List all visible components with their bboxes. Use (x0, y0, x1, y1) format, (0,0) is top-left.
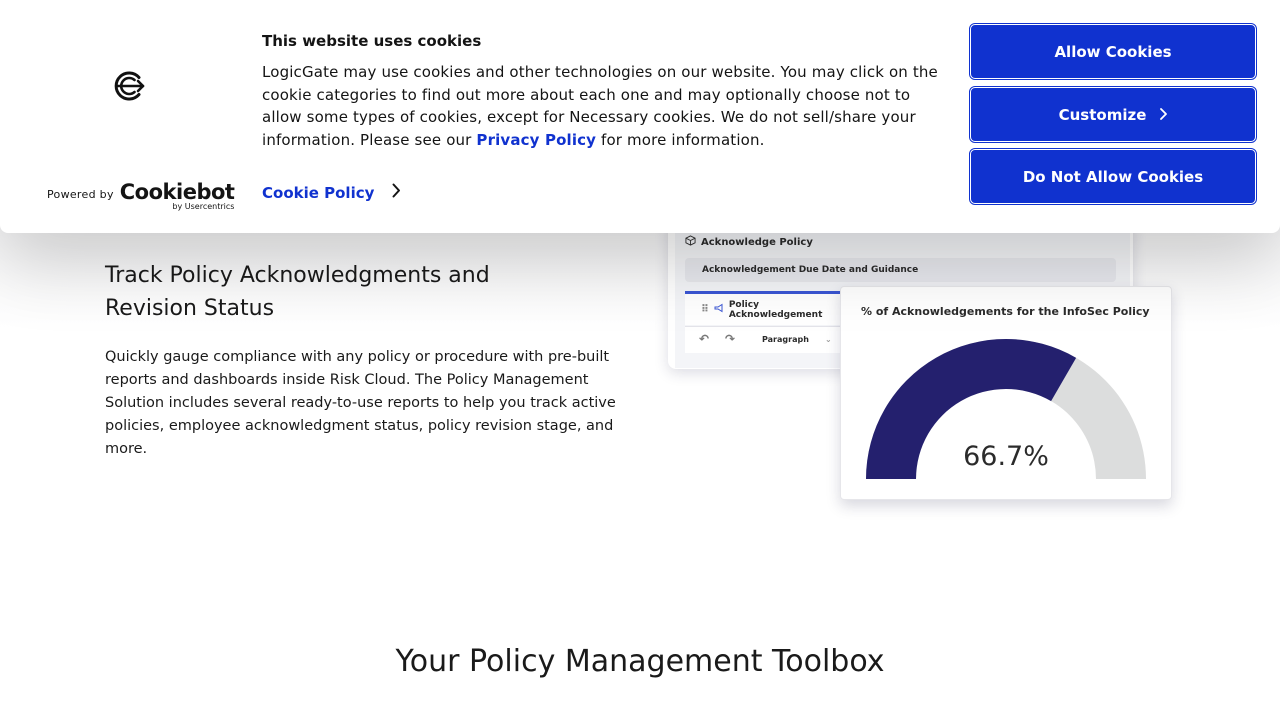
gauge-value: 66.7% (963, 441, 1049, 472)
drag-handle-icon: ⠿ (701, 304, 709, 315)
mockup-tab: ⠿ Policy Acknowledgement (685, 291, 840, 325)
section-title: Your Policy Management Toolbox (395, 644, 885, 679)
cookie-body-suffix: for more information. (596, 131, 765, 150)
feature-title: Track Policy Acknowledgments and Revisio… (105, 263, 490, 321)
cookiebot-logo: Cookiebot by Usercentrics (120, 181, 235, 211)
feature-description: Quickly gauge compliance with any policy… (105, 349, 616, 457)
allow-cookies-label: Allow Cookies (1054, 42, 1172, 61)
mockup-toolbar: ↶ ↷ Paragraph ⌄ (685, 326, 840, 353)
mockup-tab-label: Policy Acknowledgement (728, 299, 823, 320)
powered-by-cookiebot[interactable]: Powered by Cookiebot by Usercentrics (47, 181, 235, 211)
cookie-consent-banner: Powered by Cookiebot by Usercentrics Thi… (0, 0, 1280, 233)
cookie-policy-label: Cookie Policy (262, 183, 375, 202)
cube-icon (685, 235, 696, 249)
redo-icon: ↷ (725, 332, 736, 346)
chevron-right-icon (1160, 106, 1168, 124)
allow-cookies-button[interactable]: Allow Cookies (969, 23, 1257, 80)
deny-cookies-label: Do Not Allow Cookies (1022, 167, 1204, 186)
do-not-allow-cookies-button[interactable]: Do Not Allow Cookies (969, 148, 1257, 205)
megaphone-icon (714, 303, 724, 316)
cookie-banner-text: LogicGate may use cookies and other tech… (262, 61, 952, 152)
cookie-banner-title: This website uses cookies (262, 32, 482, 50)
gauge-card: % of Acknowledgements for the InfoSec Po… (840, 286, 1172, 500)
logicgate-logo (112, 69, 146, 103)
undo-icon: ↶ (699, 332, 710, 346)
mockup-header: Acknowledge Policy (685, 234, 813, 250)
chevron-down-icon: ⌄ (825, 335, 832, 344)
mockup-header-label: Acknowledge Policy (701, 236, 813, 248)
cookie-policy-link[interactable]: Cookie Policy (262, 183, 401, 202)
customize-label: Customize (1058, 105, 1147, 124)
mockup-field: Acknowledgement Due Date and Guidance (685, 258, 1116, 282)
chevron-right-icon (392, 183, 401, 202)
powered-by-label: Powered by (47, 188, 114, 201)
cookiebot-name: Cookiebot (119, 180, 235, 204)
paragraph-style-select: Paragraph (762, 335, 809, 344)
cookiebot-sub: by Usercentrics (172, 202, 235, 211)
privacy-policy-link[interactable]: Privacy Policy (476, 131, 596, 149)
customize-button[interactable]: Customize (969, 86, 1257, 143)
